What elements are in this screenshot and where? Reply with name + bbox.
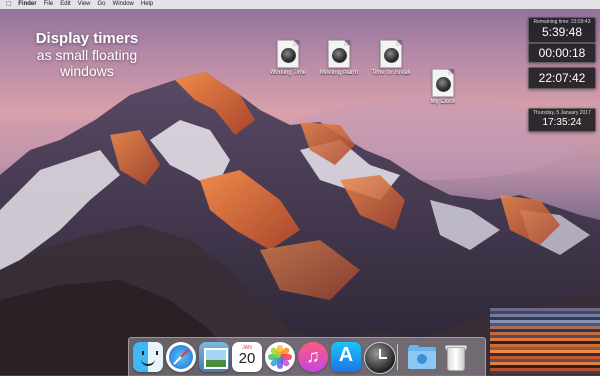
dock-preview-icon[interactable]: [199, 342, 229, 372]
menu-help[interactable]: Help: [141, 0, 153, 9]
timer-document-icon: [328, 40, 350, 68]
promo-line-1: Display timers: [35, 30, 139, 47]
promo-headline: Display timers as small floating windows: [22, 30, 152, 79]
promo-line-2: as small floating: [36, 47, 138, 63]
dock-trash-icon[interactable]: [440, 342, 470, 372]
apple-menu-icon[interactable]: : [6, 0, 11, 9]
desktop-icon-label: Meeting Alarm: [319, 70, 359, 76]
desktop-icon-my-clock[interactable]: My Clock: [413, 69, 473, 105]
countdown-value: 22:07:42: [538, 71, 586, 85]
dock-timer-app-icon[interactable]: [364, 342, 396, 374]
timer-document-icon: [277, 40, 299, 68]
desktop-icon-label: My Clock: [430, 99, 456, 105]
elapsed-timer-value: 00:00:18: [538, 46, 586, 60]
clock-widget[interactable]: Thursday, 5 January 2017 17:35:24: [528, 108, 596, 132]
remaining-time-value: 5:39:48: [541, 25, 583, 39]
desktop-icon-meeting-alarm[interactable]: Meeting Alarm: [309, 40, 369, 76]
menu-file[interactable]: File: [44, 0, 54, 9]
desktop-icon-label: Time for Break: [371, 70, 411, 76]
timer-document-icon: [432, 69, 454, 97]
dock-downloads-folder-icon[interactable]: [407, 342, 437, 372]
dock: JAN 20 ♫ A: [128, 337, 486, 376]
elapsed-timer-widget[interactable]: 00:00:18: [528, 43, 596, 63]
menu-bar:  Finder File Edit View Go Window Help: [0, 0, 600, 9]
menu-view[interactable]: View: [78, 0, 91, 9]
timer-document-icon: [380, 40, 402, 68]
desktop-icon-time-for-break[interactable]: Time for Break: [361, 40, 421, 76]
remaining-time-caption: Remaining time: 23:59:43: [533, 19, 591, 25]
clock-date-caption: Thursday, 5 January 2017: [533, 110, 591, 116]
menu-edit[interactable]: Edit: [60, 0, 70, 9]
dock-itunes-icon[interactable]: ♫: [298, 342, 328, 372]
clock-time-value: 17:35:24: [542, 117, 582, 128]
artifact-strip: [490, 308, 600, 375]
dock-app-store-icon[interactable]: A: [331, 342, 361, 372]
countdown-widget[interactable]: 22:07:42: [528, 67, 596, 89]
remaining-time-widget[interactable]: Remaining time: 23:59:43 5:39:48: [528, 17, 596, 43]
dock-finder-icon[interactable]: [133, 342, 163, 372]
calendar-day: 20: [238, 350, 256, 367]
menu-go[interactable]: Go: [98, 0, 106, 9]
menu-window[interactable]: Window: [113, 0, 134, 9]
dock-calendar-icon[interactable]: JAN 20: [232, 342, 262, 372]
dock-photos-icon[interactable]: [265, 342, 295, 372]
menu-finder[interactable]: Finder: [18, 0, 36, 9]
promo-line-3: windows: [60, 63, 114, 79]
dock-safari-icon[interactable]: [166, 342, 196, 372]
dock-separator: [397, 344, 398, 370]
